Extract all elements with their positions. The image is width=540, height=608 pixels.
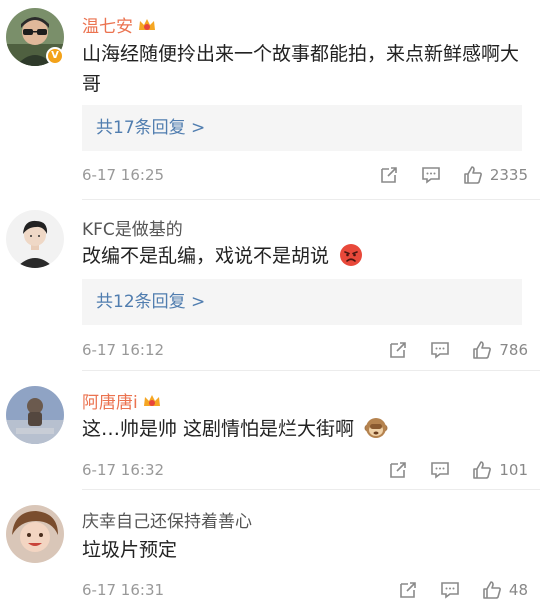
- username-text: 温七安: [82, 17, 133, 37]
- comment-text-body: 垃圾片预定: [82, 539, 178, 561]
- username[interactable]: 阿唐唐i: [82, 388, 162, 413]
- username-text: 阿唐唐i: [82, 393, 138, 413]
- comment-button[interactable]: [420, 164, 442, 186]
- action-bar: 101: [387, 458, 528, 482]
- timestamp: 6-17 16:12: [82, 341, 165, 359]
- like-button[interactable]: 48: [481, 579, 528, 601]
- comment-button[interactable]: [439, 579, 461, 601]
- comment-text-body: 改编不是乱编，戏说不是胡说: [82, 245, 330, 267]
- like-count: 786: [499, 341, 528, 359]
- comment-icon: [422, 167, 440, 184]
- thumbs-up-icon: [473, 341, 492, 359]
- comment-text-body: 山海经随便拎出来一个故事都能拍，来点新鲜感啊大哥: [82, 43, 520, 95]
- share-icon: [390, 462, 407, 478]
- comment-text-body: 这…帅是帅 这剧情怕是烂大街啊: [82, 418, 355, 440]
- username-text: 庆幸自己还保持着善心: [82, 512, 252, 532]
- timestamp: 6-17 16:31: [82, 581, 165, 599]
- comment-button[interactable]: [429, 459, 451, 481]
- avatar[interactable]: [6, 505, 64, 563]
- view-replies-button[interactable]: 共17条回复 >: [82, 105, 522, 151]
- comment-text: 这…帅是帅 这剧情怕是烂大街啊: [82, 414, 522, 444]
- username-text: KFC是做基的: [82, 220, 183, 240]
- like-button[interactable]: 786: [471, 339, 528, 361]
- comment-text: 垃圾片预定: [82, 535, 522, 565]
- view-replies-button[interactable]: 共12条回复 >: [82, 279, 522, 325]
- username[interactable]: 温七安: [82, 12, 157, 37]
- like-count: 101: [499, 461, 528, 479]
- share-icon: [400, 582, 416, 598]
- action-bar: 2335: [378, 163, 528, 187]
- comment-2: KFC是做基的 改编不是乱编，戏说不是胡说 共12条回复 > 6-17 16:1…: [0, 200, 540, 371]
- angry-face-emoji: [340, 244, 363, 266]
- vip-crown-icon: [139, 18, 155, 30]
- verified-badge-icon: V: [46, 47, 64, 65]
- monkey-emoji: [364, 418, 388, 438]
- comment-1: V 温七安 山海经随便拎出来一个故事都能拍，来点新鲜感啊大哥 共17条回复 > …: [0, 0, 540, 200]
- comment-icon: [431, 342, 450, 359]
- vip-crown-icon: [143, 394, 160, 406]
- username[interactable]: KFC是做基的: [82, 215, 183, 240]
- like-button[interactable]: 101: [471, 459, 528, 481]
- comment-4: 庆幸自己还保持着善心 垃圾片预定 6-17 16:31 48: [0, 490, 540, 608]
- like-button[interactable]: 2335: [462, 164, 528, 186]
- share-button[interactable]: [387, 459, 409, 481]
- timestamp: 6-17 16:32: [82, 461, 165, 479]
- comment-3: 阿唐唐i 这…帅是帅 这剧情怕是烂大街啊 6-17 16:32 101: [0, 371, 540, 491]
- thumbs-up-icon: [483, 581, 501, 599]
- comment-icon: [431, 462, 450, 479]
- like-count: 2335: [489, 166, 528, 184]
- thumbs-up-icon: [464, 166, 482, 184]
- share-button[interactable]: [397, 579, 419, 601]
- comment-text: 山海经随便拎出来一个故事都能拍，来点新鲜感啊大哥: [82, 39, 522, 99]
- comment-icon: [441, 582, 459, 599]
- share-icon: [390, 342, 407, 358]
- like-count: 48: [508, 581, 528, 599]
- timestamp: 6-17 16:25: [82, 166, 165, 184]
- avatar[interactable]: [6, 210, 64, 268]
- action-bar: 48: [397, 578, 528, 602]
- comment-button[interactable]: [429, 339, 451, 361]
- username[interactable]: 庆幸自己还保持着善心: [82, 507, 252, 532]
- action-bar: 786: [387, 338, 528, 362]
- thumbs-up-icon: [473, 461, 492, 479]
- share-button[interactable]: [387, 339, 409, 361]
- comment-text: 改编不是乱编，戏说不是胡说: [82, 241, 522, 271]
- avatar[interactable]: [6, 386, 64, 444]
- share-icon: [381, 167, 397, 183]
- share-button[interactable]: [378, 164, 400, 186]
